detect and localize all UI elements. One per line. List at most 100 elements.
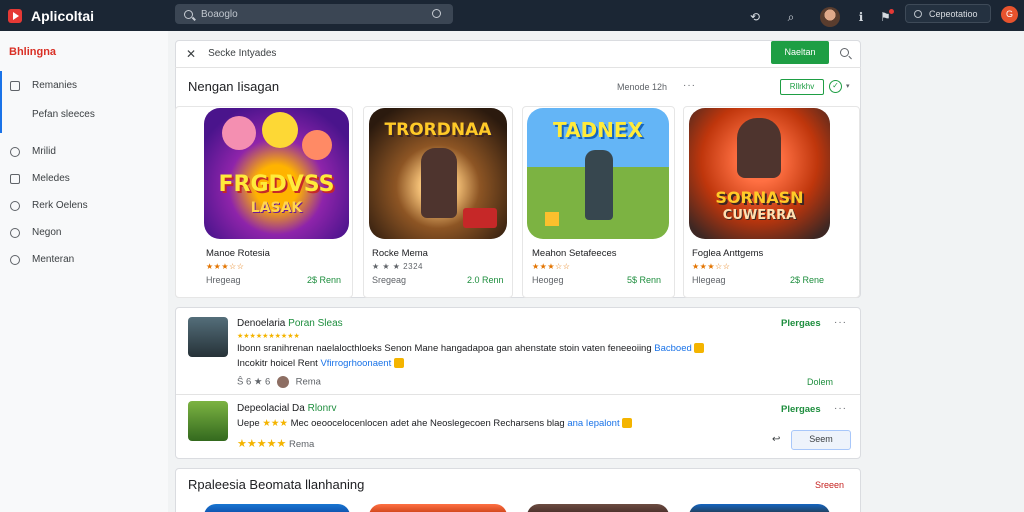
sidebar-item-remanies[interactable]: Remanies	[10, 80, 77, 91]
app-artwork[interactable]	[689, 504, 830, 512]
rating-stars: ★★★☆☆	[206, 262, 245, 271]
app-artwork-subtitle: CUWERRA	[722, 208, 797, 223]
account-icon	[914, 9, 922, 18]
play-logo-icon	[8, 8, 22, 23]
review-link[interactable]: Bacboed	[654, 343, 692, 354]
review-meta: Ŝ 6 ★ 6 Rema	[237, 376, 321, 388]
review-text: Uepe ★★★ Mec oeoocelocenlocen adet ahe N…	[237, 418, 633, 429]
sidebar-item-label: Negon	[32, 227, 62, 238]
search-icon	[184, 9, 193, 19]
app-category: Hregeag	[206, 275, 241, 285]
app-price: 2.0 Renn	[467, 275, 504, 285]
more-options-icon[interactable]: ···	[834, 403, 847, 414]
search-input[interactable]	[201, 8, 421, 20]
review-action[interactable]: Plergaes	[781, 318, 821, 329]
app-logo[interactable]: Aplicoltai	[8, 8, 168, 24]
search-submit-icon[interactable]	[432, 9, 441, 18]
review-action[interactable]: Plergaes	[781, 404, 821, 415]
filter-bar: ✕ Secke Intyades	[175, 40, 861, 68]
rating-stars: ★ ★ ★ 2324	[372, 262, 423, 271]
see-more-link[interactable]: Sreeen	[815, 480, 844, 490]
top-icons: ⟲ ⌕ ℹ ⚑	[748, 7, 915, 27]
sidebar-item-meledes[interactable]: Meledes	[10, 173, 70, 184]
app-artwork-subtitle: LASAK	[250, 200, 303, 216]
account-label: Cepeotatioo	[929, 8, 978, 19]
app-artwork[interactable]: TADNEX	[527, 108, 669, 239]
filter-text: Secke Intyades	[208, 48, 277, 59]
app-artwork[interactable]: FRGDVSS LASAK	[204, 108, 349, 239]
sidebar-item-menteran[interactable]: Menteran	[10, 254, 74, 265]
character-icon	[585, 150, 613, 220]
profile-badge[interactable]: G	[1001, 6, 1018, 23]
character-icon	[262, 112, 298, 148]
rating-stars: ★★★☆☆	[692, 262, 731, 271]
sidebar-item-negon[interactable]: Negon	[10, 227, 61, 238]
app-price: 2$ Renn	[307, 275, 342, 285]
character-icon	[421, 148, 457, 218]
review-line: Incokitr hoicel Rent	[237, 358, 318, 369]
section-title: Rpaleesia Beomata llanhaning	[188, 477, 365, 492]
refresh-icon[interactable]: ⟲	[748, 10, 762, 24]
rating-stars: ★★★★★★★★★★	[237, 333, 300, 340]
app-title[interactable]: Meahon Setafeeces	[532, 248, 617, 259]
app-artwork-title: FRGDVSS	[218, 172, 335, 197]
reply-icon[interactable]: ↩	[772, 434, 780, 445]
seem-button[interactable]: Seem	[791, 430, 851, 450]
emoji-icon	[622, 418, 633, 429]
close-icon[interactable]: ✕	[186, 47, 196, 61]
rating-stars: ★★★★★	[237, 438, 287, 450]
alerts-icon[interactable]: ⚑	[880, 9, 894, 24]
section-title: Nengan Iisagan	[188, 79, 280, 94]
sidebar-item-label: Remanies	[32, 80, 78, 91]
sidebar-item-mrilid[interactable]: Mrilid	[10, 146, 56, 157]
avatar[interactable]	[820, 7, 840, 27]
account-button[interactable]: Cepeotatioo	[905, 4, 991, 23]
search-box[interactable]	[175, 4, 453, 24]
search-icon[interactable]	[840, 48, 849, 57]
app-artwork-title: SORNASN	[715, 188, 804, 207]
sidebar-item-label: Rerk Oelens	[32, 200, 88, 211]
check-icon[interactable]: ✓	[829, 80, 842, 93]
review-prefix: Uepe	[237, 418, 260, 429]
app-artwork[interactable]	[369, 504, 507, 512]
sidebar-item-rerk-oelens[interactable]: Rerk Oelens	[10, 200, 88, 211]
review-meta-name: Rema	[295, 376, 321, 388]
app-artwork[interactable]: SORNASN CUWERRA	[689, 108, 830, 239]
section-meta: Menode 12h	[617, 82, 668, 92]
chat-icon	[10, 254, 20, 265]
app-artwork[interactable]	[204, 504, 350, 512]
notification-icon[interactable]: ℹ	[854, 10, 868, 24]
app-price: 2$ Rene	[790, 275, 825, 285]
app-artwork[interactable]	[527, 504, 669, 512]
chevron-down-icon[interactable]: ▾	[846, 82, 850, 90]
review-author: Denoelaria	[237, 318, 286, 329]
sidebar-item-label: Meledes	[32, 173, 70, 184]
app-artwork-title: TRORDNAA	[384, 120, 492, 140]
app-title[interactable]: Manoe Rotesia	[206, 248, 270, 259]
avatar	[276, 376, 289, 388]
top-bar: Aplicoltai ⟲ ⌕ ℹ ⚑ Cepeotatioo G	[0, 0, 1024, 31]
reviewer-avatar[interactable]	[188, 317, 228, 357]
app-title[interactable]: Rocke Mema	[372, 248, 428, 259]
status-badge[interactable]: Rllrkhv	[780, 79, 824, 95]
primary-action-button[interactable]: Naeltan	[771, 41, 829, 64]
sidebar-title: Bhlingna	[9, 46, 57, 58]
sidebar: Bhlingna Remanies Pefan sleeces Mrilid M…	[0, 31, 168, 512]
badge-icon	[463, 208, 497, 228]
list-icon	[10, 80, 20, 91]
more-options-icon[interactable]: ···	[834, 317, 847, 328]
more-options-icon[interactable]: ···	[683, 80, 696, 91]
review-line: Mec oeoocelocenlocen adet ahe Neoslegeco…	[290, 418, 565, 429]
sidebar-subitem[interactable]: Pefan sleeces	[32, 109, 95, 120]
sidebar-item-label: Menteran	[32, 254, 75, 265]
review-line: Ibonn sranihrenan naelalocthloeks Senon …	[237, 343, 652, 354]
reviewer-avatar[interactable]	[188, 401, 228, 441]
review-link[interactable]: Dolem	[807, 377, 833, 387]
review-link[interactable]: Vfirrogrhoonaent	[320, 358, 391, 369]
app-title[interactable]: Foglea Anttgems	[692, 248, 763, 259]
search-icon[interactable]: ⌕	[784, 10, 798, 24]
review-title: Denoelaria Poran Sleas	[237, 318, 343, 329]
app-category: Hlegeag	[692, 275, 726, 285]
app-artwork[interactable]: TRORDNAA	[369, 108, 507, 239]
review-link[interactable]: ana Iepalont	[567, 418, 619, 429]
